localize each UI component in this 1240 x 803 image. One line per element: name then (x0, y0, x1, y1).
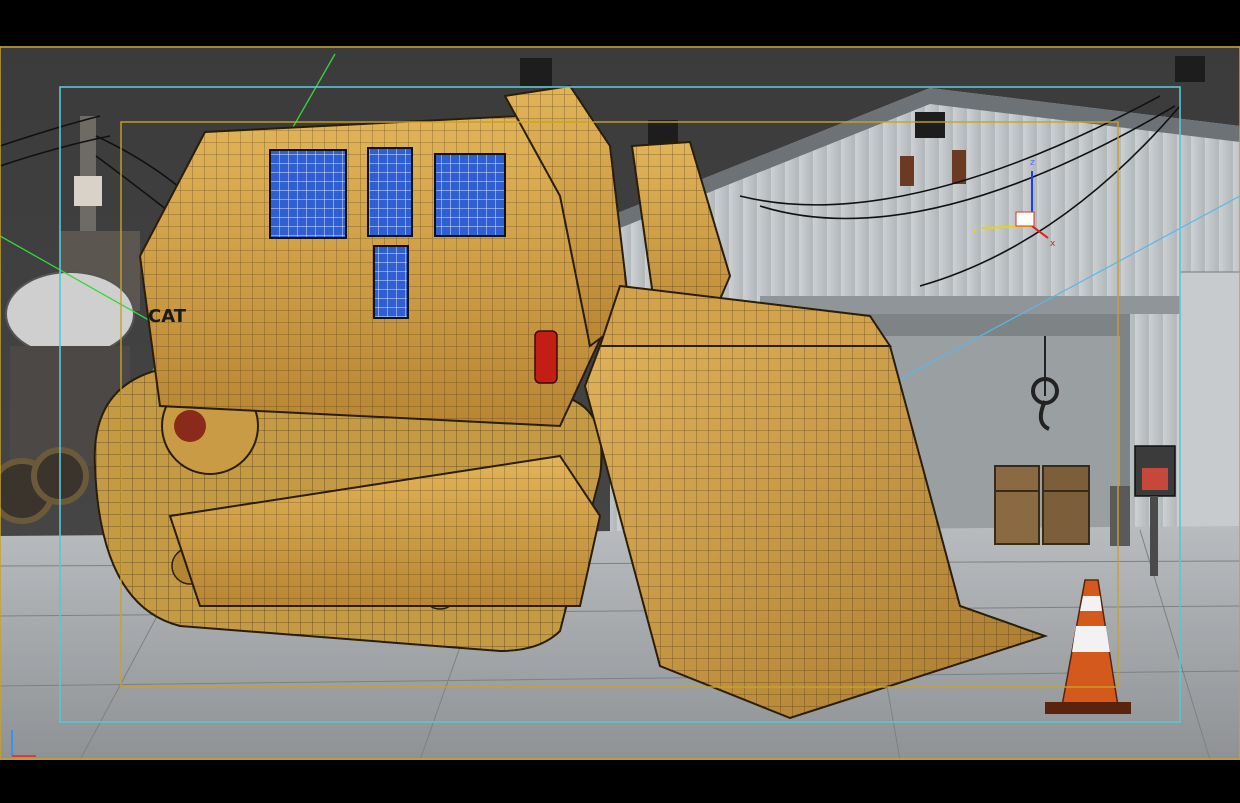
scene-render: CAT z y x (0, 46, 1240, 760)
cab-window-front (367, 147, 413, 237)
cab-window-left (269, 149, 347, 239)
gizmo-y-label: y (972, 225, 978, 235)
viewport-scene[interactable]: CAT z y x (0, 46, 1240, 760)
cab-window-right (434, 153, 506, 237)
viewport-letterbox-bottom (0, 760, 1240, 803)
gizmo-x-label: x (1050, 239, 1056, 249)
3d-viewport[interactable]: CAT z y x (0, 0, 1240, 803)
gizmo-z-label: z (1030, 158, 1035, 168)
cab-window-lower (373, 245, 409, 319)
cat-decal: CAT (148, 306, 187, 327)
viewport-letterbox-top (0, 0, 1240, 46)
